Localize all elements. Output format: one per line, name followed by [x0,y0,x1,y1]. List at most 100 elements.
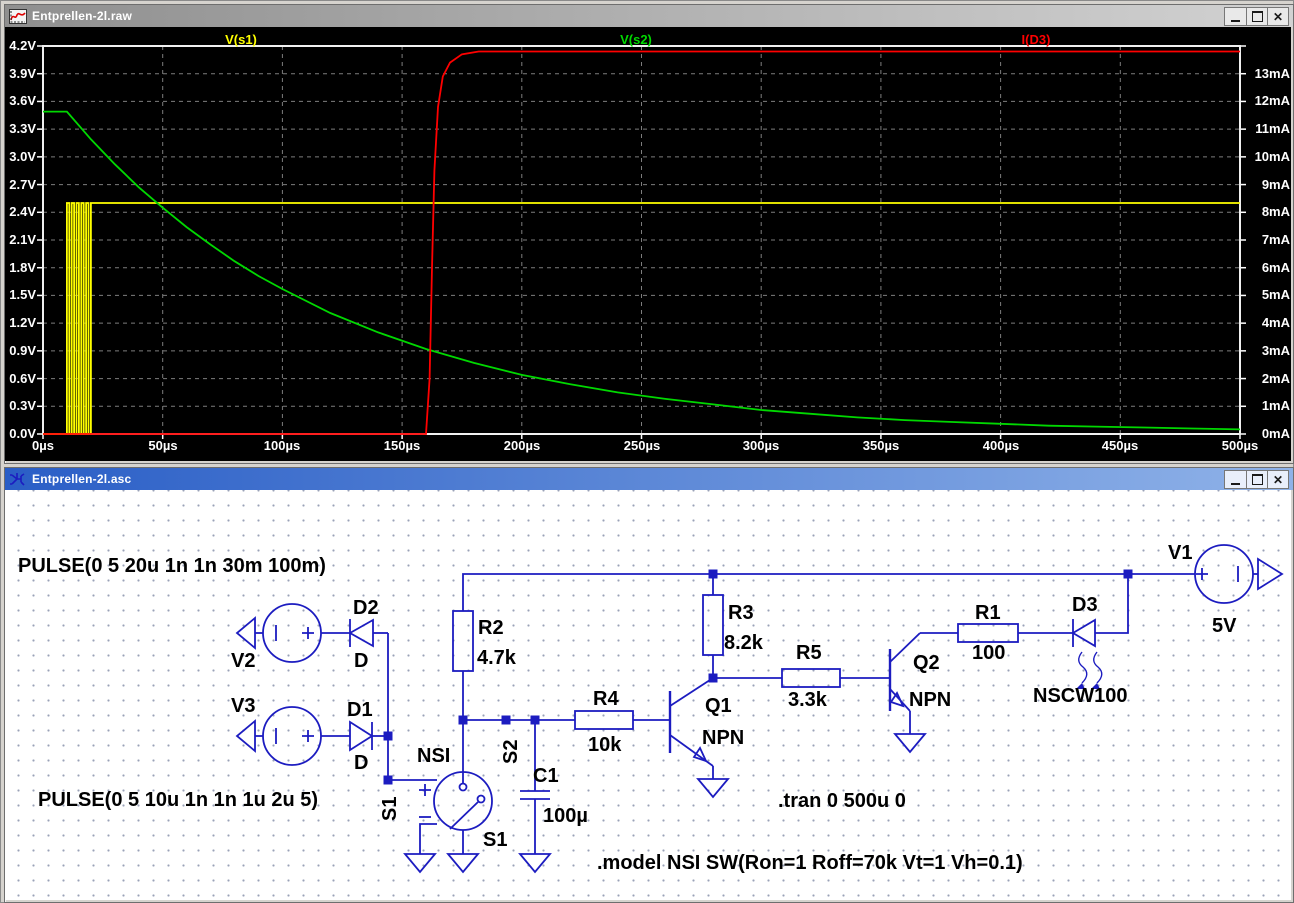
sch-label-v1[interactable]: V1 [1168,542,1192,564]
mdi-desktop: Entprellen-2l.raw ✕ 4.2V3.9V3.6V3.3V3.0V… [0,0,1294,903]
sch-label-c1val[interactable]: 100µ [543,805,588,827]
sch-label-v2[interactable]: V2 [231,650,255,672]
sch-label-tran[interactable]: .tran 0 500u 0 [778,790,906,812]
sch-label-r1val[interactable]: 100 [972,642,1005,664]
sch-label-d2[interactable]: D2 [353,597,379,619]
y-left-tick: 1.2V [5,315,36,331]
y-right-tick: 11mA [1245,121,1290,137]
sch-label-r4val[interactable]: 10k [588,734,622,756]
trace-label-vs2[interactable]: V(s2) [591,32,681,47]
voltage-source-V2[interactable] [263,604,321,662]
sch-label-r2[interactable]: R2 [478,617,504,639]
maximize-icon [1252,11,1263,22]
y-right-tick: 10mA [1245,149,1290,165]
y-left-tick: 4.2V [5,38,36,54]
x-tick: 350µs [851,438,911,454]
schematic-window-buttons: ✕ [1224,470,1289,489]
schematic-window-title: Entprellen-2l.asc [32,472,131,486]
y-right-tick: 2mA [1245,371,1290,387]
resistor-R2[interactable] [453,611,473,671]
x-tick: 0µs [13,438,73,454]
voltage-source-V1[interactable] [1195,545,1253,603]
x-tick: 100µs [252,438,312,454]
y-right-tick: 1mA [1245,398,1290,414]
waveform-window: Entprellen-2l.raw ✕ 4.2V3.9V3.6V3.3V3.0V… [4,4,1294,464]
resistor-R3[interactable] [703,595,723,655]
maximize-button[interactable] [1246,471,1267,488]
sch-label-r3val[interactable]: 8.2k [724,632,764,654]
ground-symbols[interactable] [237,559,1282,872]
minimize-icon [1231,480,1240,485]
schematic-canvas[interactable]: PULSE(0 5 20u 1n 1n 30m 100m) V2 D2 D V3 D1 D P… [5,490,1291,900]
sch-label-r2val[interactable]: 4.7k [477,647,517,669]
sch-label-model[interactable]: .model NSI SW(Ron=1 Roff=70k Vt=1 Vh=0.1… [597,852,1023,874]
sch-label-r5val[interactable]: 3.3k [788,689,828,711]
sch-label-r3[interactable]: R3 [728,602,754,624]
sch-label-q1[interactable]: Q1 [705,695,732,717]
sch-label-v1val[interactable]: 5V [1212,615,1237,637]
sch-label-c1[interactable]: C1 [533,765,559,787]
sch-label-r5[interactable]: R5 [796,642,822,664]
sch-label-s1net[interactable]: S1 [379,797,401,821]
sch-label-q2[interactable]: Q2 [913,652,940,674]
transistor-Q1[interactable] [670,678,713,766]
resistor-R5[interactable] [782,669,840,687]
y-right-tick: 9mA [1245,177,1290,193]
schematic-labels[interactable]: PULSE(0 5 20u 1n 1n 30m 100m) V2 D2 D V3 D1 D P… [18,542,1237,874]
sch-label-q2type[interactable]: NPN [909,689,951,711]
waveform-window-buttons: ✕ [1224,7,1289,26]
x-tick: 150µs [372,438,432,454]
y-left-tick: 3.6V [5,93,36,109]
sch-label-r1[interactable]: R1 [975,602,1001,624]
maximize-button[interactable] [1246,8,1267,25]
waveform-plot-pane[interactable]: 4.2V3.9V3.6V3.3V3.0V2.7V2.4V2.1V1.8V1.5V… [5,27,1291,461]
maximize-icon [1252,474,1263,485]
sch-label-s1inst[interactable]: S1 [483,829,507,851]
minimize-button[interactable] [1225,8,1246,25]
schematic-titlebar[interactable]: Entprellen-2l.asc ✕ [5,468,1293,490]
x-tick: 450µs [1090,438,1150,454]
capacitor-C1[interactable] [520,791,550,799]
y-left-tick: 0.9V [5,343,36,359]
x-tick: 200µs [492,438,552,454]
y-left-tick: 3.0V [5,149,36,165]
trace-label-id3[interactable]: I(D3) [991,32,1081,47]
x-tick: 500µs [1210,438,1270,454]
y-left-tick: 3.3V [5,121,36,137]
waveform-titlebar[interactable]: Entprellen-2l.raw ✕ [5,5,1293,27]
sch-label-s2net[interactable]: S2 [500,740,522,764]
trace-label-vs1[interactable]: V(s1) [196,32,286,47]
waveform-file-icon [9,9,27,24]
schematic-window: Entprellen-2l.asc ✕ [4,467,1294,903]
wires[interactable] [255,574,1258,854]
minimize-button[interactable] [1225,471,1246,488]
x-tick: 400µs [971,438,1031,454]
close-icon: ✕ [1273,474,1283,486]
y-left-tick: 1.8V [5,260,36,276]
y-left-tick: 1.5V [5,287,36,303]
voltage-source-V3[interactable] [263,707,321,765]
sch-label-q1type[interactable]: NPN [702,727,744,749]
x-tick: 250µs [612,438,672,454]
sch-label-d3model[interactable]: NSCW100 [1033,685,1127,707]
sch-label-d1model[interactable]: D [354,752,368,774]
y-left-tick: 0.3V [5,398,36,414]
diode-D1[interactable] [350,722,372,750]
led-D3[interactable] [1073,619,1102,689]
sch-label-d3[interactable]: D3 [1072,594,1098,616]
sch-label-d1[interactable]: D1 [347,699,373,721]
x-tick: 300µs [731,438,791,454]
sch-label-pulse2[interactable]: PULSE(0 5 10u 1n 1n 1u 2u 5) [38,789,318,811]
waveform-plot [5,27,1291,461]
sch-label-v3[interactable]: V3 [231,695,255,717]
sch-label-pulse1[interactable]: PULSE(0 5 20u 1n 1n 30m 100m) [18,555,326,577]
close-button[interactable]: ✕ [1267,471,1288,488]
sch-label-d2model[interactable]: D [354,650,368,672]
sch-label-nsi[interactable]: NSI [417,745,450,767]
y-left-tick: 2.1V [5,232,36,248]
sch-label-r4[interactable]: R4 [593,688,619,710]
resistor-R1[interactable] [958,624,1018,642]
close-button[interactable]: ✕ [1267,8,1288,25]
diode-D2[interactable] [350,619,373,647]
resistor-R4[interactable] [575,711,633,729]
